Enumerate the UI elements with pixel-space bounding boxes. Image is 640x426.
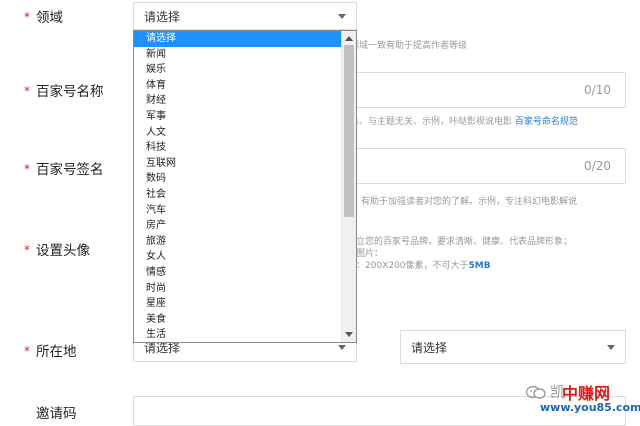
domain-select-value: 请选择 [144, 9, 181, 24]
dropdown-option[interactable]: 军事 [134, 109, 341, 125]
signature-counter: 0/20 [584, 159, 611, 173]
city-select[interactable]: 请选择 [400, 330, 626, 364]
required-mark: * [24, 344, 30, 358]
wechat-icon [525, 384, 546, 399]
chevron-down-icon [338, 345, 346, 350]
dropdown-option[interactable]: 房产 [134, 218, 341, 234]
avatar-label: 设置头像 [36, 243, 90, 259]
dropdown-option[interactable]: 旅游 [134, 234, 341, 250]
domain-select[interactable]: 请选择 [133, 2, 357, 30]
avatar-hint-3: ：200X200像素，不可大于5MB [356, 258, 491, 271]
dropdown-option[interactable]: 人文 [134, 125, 341, 141]
scrollbar-thumb[interactable] [344, 45, 354, 217]
signature-label: 百家号签名 [36, 162, 104, 178]
dropdown-option[interactable]: 汽车 [134, 203, 341, 219]
dropdown-option[interactable]: 女人 [134, 249, 341, 265]
dropdown-option[interactable]: 情感 [134, 265, 341, 281]
dropdown-options: 请选择 新闻 娱乐 体育 财经 军事 人文 科技 互联网 数码 社会 汽车 房产 旅游 女人 情感 时尚 星座 美食… [134, 31, 341, 342]
domain-label: 领域 [36, 10, 63, 26]
watermark-domain: www.you85.com [540, 401, 640, 414]
naming-rules-link[interactable]: 百家号命名规范 [515, 117, 578, 127]
dropdown-option[interactable]: 新闻 [134, 47, 341, 63]
dropdown-option[interactable]: 体育 [134, 78, 341, 94]
domain-hint: 领域一致有助于提高作者等级 [350, 41, 468, 51]
dropdown-option[interactable]: 请选择 [134, 31, 341, 47]
city-select-value: 请选择 [411, 340, 448, 355]
dropdown-scrollbar[interactable] [341, 31, 356, 342]
dropdown-option[interactable]: 星座 [134, 296, 341, 312]
chevron-down-icon [338, 14, 346, 19]
required-mark: * [24, 243, 30, 257]
signature-hint: ，有助于加强读者对您的了解。示例，专注科幻电影解说 [352, 197, 578, 207]
required-mark: * [24, 84, 30, 98]
dropdown-option[interactable]: 生活 [134, 327, 341, 342]
dropdown-option[interactable]: 数码 [134, 171, 341, 187]
required-mark: * [24, 10, 30, 24]
avatar-hint-3-text: ：200X200像素，不可大于 [356, 261, 469, 271]
scroll-down-arrow-icon[interactable] [345, 332, 353, 337]
dropdown-option[interactable]: 社会 [134, 187, 341, 203]
avatar-hint-1: 立您的百家号品牌，要求清晰、健康、代表品牌形象； [356, 237, 573, 247]
dropdown-option[interactable]: 美食 [134, 312, 341, 328]
dropdown-option[interactable]: 财经 [134, 93, 341, 109]
account-name-counter: 0/10 [584, 83, 611, 97]
dropdown-option[interactable]: 科技 [134, 140, 341, 156]
chevron-down-icon [607, 345, 615, 350]
account-name-label: 百家号名称 [36, 84, 104, 100]
avatar-size-limit: 5MB [468, 261, 491, 271]
dropdown-option[interactable]: 娱乐 [134, 62, 341, 78]
dropdown-option[interactable]: 互联网 [134, 156, 341, 172]
dropdown-option[interactable]: 时尚 [134, 281, 341, 297]
required-mark: * [24, 162, 30, 176]
invite-code-label: 邀请码 [36, 406, 77, 422]
domain-dropdown-list[interactable]: 请选择 新闻 娱乐 体育 财经 军事 人文 科技 互联网 数码 社会 汽车 房产 旅游 女人 情感 时尚 星座 美食… [133, 30, 357, 343]
scroll-up-arrow-icon[interactable] [345, 36, 353, 41]
location-label: 所在地 [36, 344, 77, 360]
